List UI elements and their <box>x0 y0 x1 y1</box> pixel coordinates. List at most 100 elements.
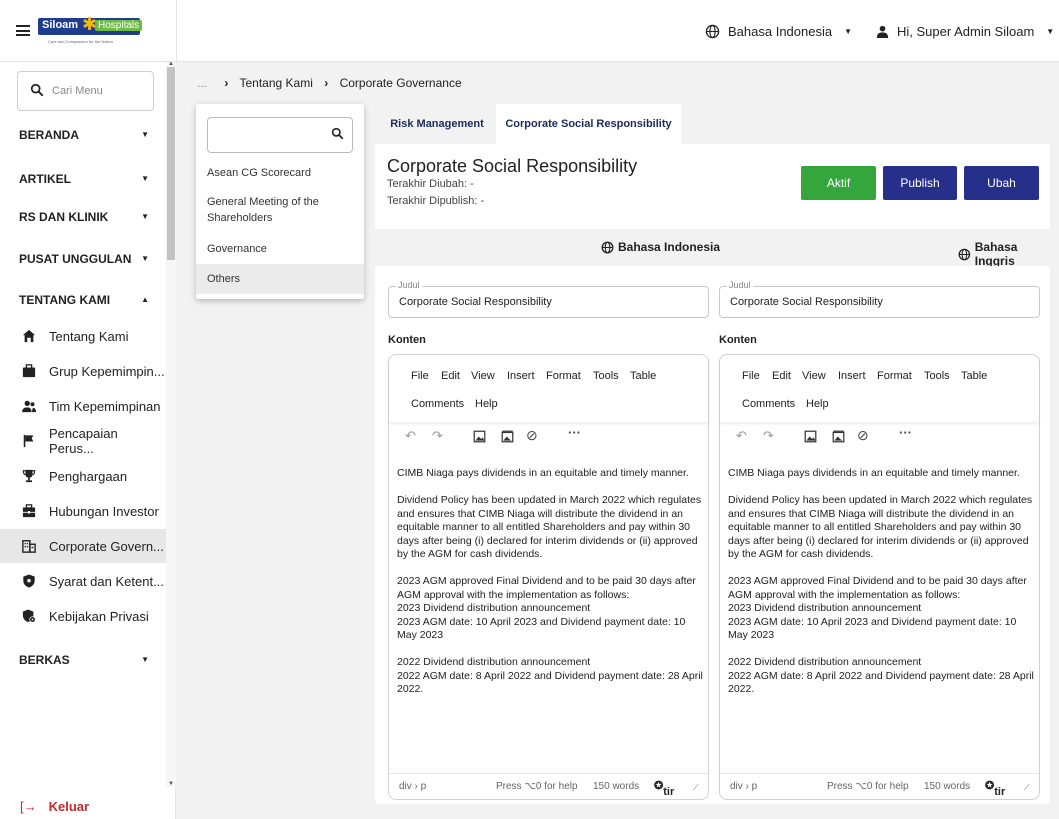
dropdown-item[interactable]: Asean CG Scorecard <box>196 165 364 181</box>
sidebar-item-penghargaan[interactable]: Penghargaan <box>0 459 166 493</box>
image-icon[interactable] <box>804 430 817 443</box>
element-path[interactable]: div › p <box>399 781 426 792</box>
sidebar-item-kebijakan-privasi[interactable]: Kebijakan Privasi <box>0 599 166 633</box>
logout-button[interactable]: [→ Keluar <box>20 799 89 814</box>
sidebar-section-tentang-kami[interactable]: TENTANG KAMI ▲ <box>19 293 149 307</box>
dropdown-item[interactable]: Others <box>196 264 364 294</box>
link-icon[interactable]: ⊘ <box>526 427 538 444</box>
dropdown-item[interactable]: General Meeting of the Shareholders <box>196 194 326 226</box>
breadcrumb-ellipsis[interactable]: ... <box>197 76 207 90</box>
redo-icon[interactable]: ↷ <box>432 428 443 444</box>
media-icon[interactable] <box>832 430 845 443</box>
chevron-right-icon: › <box>324 76 329 90</box>
dropdown-item[interactable]: Governance <box>196 241 364 257</box>
sidebar-item-corporate-governance[interactable]: Corporate Govern... <box>0 529 166 563</box>
sidebar-item-tentang-kami[interactable]: Tentang Kami <box>0 319 166 353</box>
section-label: BERANDA <box>19 128 79 142</box>
menu-comments[interactable]: Comments <box>411 398 464 410</box>
last-published: Terakhir Dipublish: - <box>387 195 485 207</box>
image-icon[interactable] <box>473 430 486 443</box>
sidebar-item-hubungan-investor[interactable]: Hubungan Investor <box>0 494 166 528</box>
editor-toolbar: ↶ ↷ ⊘ ··· <box>389 422 708 450</box>
aktif-button[interactable]: Aktif <box>801 166 876 200</box>
editor-content[interactable]: CIMB Niaga pays dividends in an equitabl… <box>397 467 705 697</box>
menu-table[interactable]: Table <box>630 370 656 382</box>
undo-icon[interactable]: ↶ <box>405 428 416 444</box>
menu-comments[interactable]: Comments <box>742 398 795 410</box>
help-hint: Press ⌥0 for help <box>496 781 578 792</box>
sidebar-item-label: Tentang Kami <box>49 328 129 344</box>
user-menu[interactable]: Hi, Super Admin Siloam ▼ <box>876 24 1054 39</box>
menu-tools[interactable]: Tools <box>924 370 950 382</box>
tab-csr[interactable]: Corporate Social Responsibility <box>496 104 681 144</box>
sidebar-section-artikel[interactable]: ARTIKEL ▼ <box>19 172 149 186</box>
menu-icon[interactable] <box>16 25 30 36</box>
menu-file[interactable]: File <box>742 370 760 382</box>
menu-search-input[interactable]: Cari Menu <box>17 71 154 111</box>
ubah-button[interactable]: Ubah <box>964 166 1039 200</box>
menu-view[interactable]: View <box>802 370 826 382</box>
menu-edit[interactable]: Edit <box>441 370 460 382</box>
media-icon[interactable] <box>501 430 514 443</box>
editor-content[interactable]: CIMB Niaga pays dividends in an equitabl… <box>728 467 1036 697</box>
sidebar: Cari Menu ▲ ▼ BERANDA ▼ ARTIKEL ▼ RS DAN K… <box>0 61 176 819</box>
language-selector[interactable]: Bahasa Indonesia ▼ <box>705 24 852 39</box>
menu-file[interactable]: File <box>411 370 429 382</box>
sidebar-item-label: Tim Kepemimpinan <box>49 398 161 414</box>
menu-table[interactable]: Table <box>961 370 987 382</box>
editor-toolbar: ↶ ↷ ⊘ ··· <box>720 422 1039 450</box>
scroll-down-icon[interactable]: ▼ <box>168 781 174 787</box>
tiny-logo[interactable]: ✪ tir <box>654 779 674 798</box>
menu-help[interactable]: Help <box>806 398 829 410</box>
word-count[interactable]: 150 words <box>924 781 970 792</box>
judul-label: Judul <box>727 280 753 290</box>
sidebar-section-pusat-unggulan[interactable]: PUSAT UNGGULAN ▼ <box>19 252 149 266</box>
content-paragraph: Dividend Policy has been updated in Marc… <box>397 494 702 560</box>
link-icon[interactable]: ⊘ <box>857 427 869 444</box>
sidebar-item-pencapaian[interactable]: Pencapaian Perus... <box>0 424 166 458</box>
rich-text-editor-en[interactable]: File Edit View Insert Format Tools Table… <box>719 354 1040 800</box>
resize-handle-icon[interactable]: ⟋ <box>693 783 699 793</box>
rich-text-editor-id[interactable]: File Edit View Insert Format Tools Table… <box>388 354 709 800</box>
sidebar-item-label: Kebijakan Privasi <box>49 608 149 624</box>
word-count[interactable]: 150 words <box>593 781 639 792</box>
sidebar-section-rs-klinik[interactable]: RS DAN KLINIK ▼ <box>19 210 149 224</box>
sidebar-item-tim-kepemimpinan[interactable]: Tim Kepemimpinan <box>0 389 166 423</box>
language-id-label: Bahasa Indonesia <box>618 240 721 254</box>
sidebar-section-beranda[interactable]: BERANDA ▼ <box>19 128 149 142</box>
breadcrumb-tentang-kami[interactable]: Tentang Kami <box>239 76 312 90</box>
menu-insert[interactable]: Insert <box>507 370 535 382</box>
more-icon[interactable]: ··· <box>568 425 581 440</box>
redo-icon[interactable]: ↷ <box>763 428 774 444</box>
judul-field-en[interactable]: Judul Corporate Social Responsibility <box>719 280 1040 318</box>
globe-icon <box>958 248 971 260</box>
resize-handle-icon[interactable]: ⟋ <box>1024 783 1030 793</box>
sidebar-section-berkas[interactable]: BERKAS ▼ <box>19 653 149 667</box>
siloam-logo[interactable]: Siloam ✱ Hospitals Care and Compassion f… <box>38 14 143 46</box>
sidebar-item-syarat-ketentuan[interactable]: Syarat dan Ketent... <box>0 564 166 598</box>
sidebar-item-grup-kepemimpinan[interactable]: Grup Kepemimpin... <box>0 354 166 388</box>
sidebar-item-label: Penghargaan <box>49 468 128 484</box>
publish-button[interactable]: Publish <box>883 166 957 200</box>
dropdown-search-input[interactable] <box>207 117 353 153</box>
last-modified: Terakhir Diubah: - <box>387 178 474 190</box>
tab-risk-management[interactable]: Risk Management <box>378 104 496 144</box>
scroll-up-icon[interactable]: ▲ <box>168 61 174 67</box>
shield-icon <box>23 574 35 588</box>
menu-format[interactable]: Format <box>546 370 581 382</box>
language-en-label: Bahasa Inggris <box>974 240 1018 268</box>
tiny-logo[interactable]: ✪ tir <box>985 779 1005 798</box>
menu-insert[interactable]: Insert <box>838 370 866 382</box>
judul-field-id[interactable]: Judul Corporate Social Responsibility <box>388 280 709 318</box>
menu-help[interactable]: Help <box>475 398 498 410</box>
section-label: BERKAS <box>19 653 70 667</box>
menu-view[interactable]: View <box>471 370 495 382</box>
category-dropdown: Asean CG Scorecard General Meeting of th… <box>196 104 364 299</box>
undo-icon[interactable]: ↶ <box>736 428 747 444</box>
menu-tools[interactable]: Tools <box>593 370 619 382</box>
menu-edit[interactable]: Edit <box>772 370 791 382</box>
sidebar-scroll-thumb[interactable] <box>167 67 175 260</box>
element-path[interactable]: div › p <box>730 781 757 792</box>
more-icon[interactable]: ··· <box>899 425 912 440</box>
menu-format[interactable]: Format <box>877 370 912 382</box>
